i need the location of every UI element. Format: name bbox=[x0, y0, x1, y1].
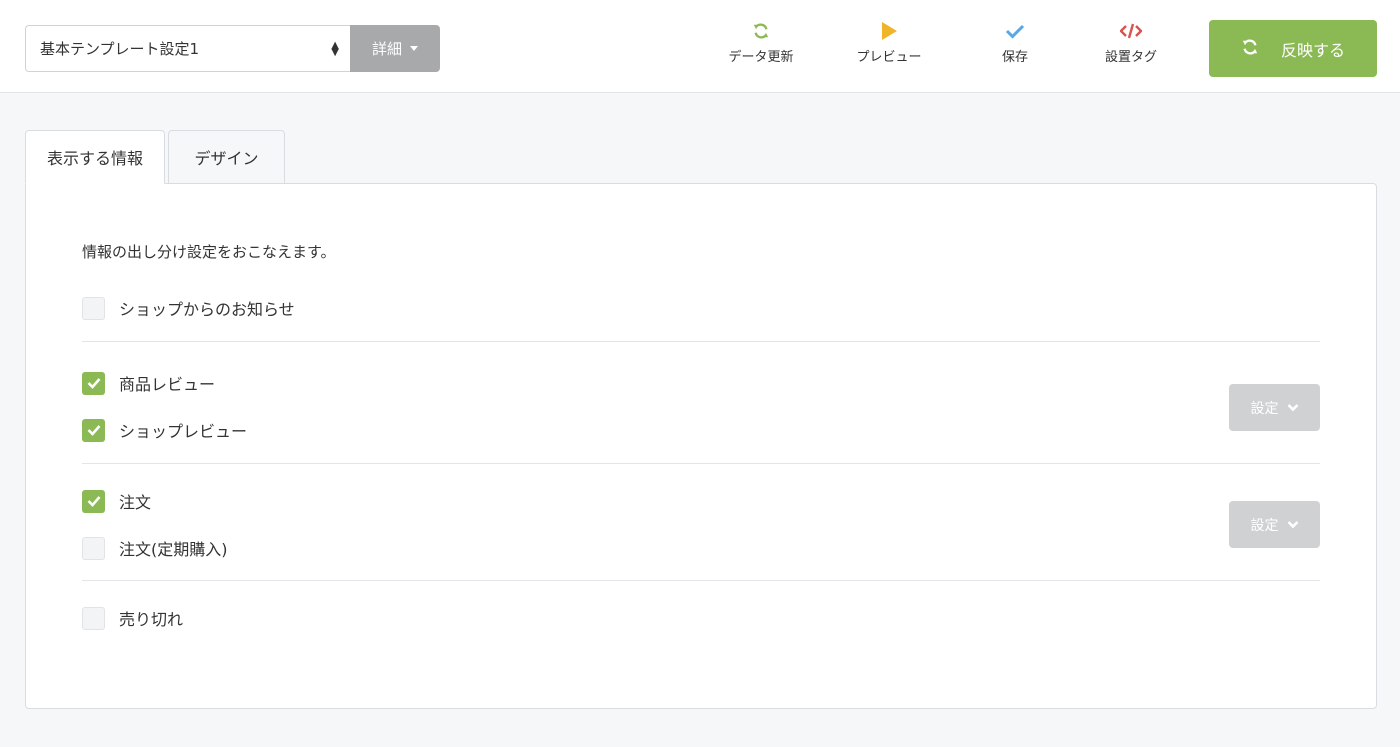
setting-label: 設定 bbox=[1250, 400, 1279, 417]
check-icon bbox=[1005, 20, 1025, 42]
order-setting-button[interactable]: 設定 bbox=[1229, 501, 1320, 548]
preview-label: プレビュー bbox=[856, 50, 922, 65]
template-select[interactable]: 基本テンプレート設定1 ▲ ▼ bbox=[25, 25, 351, 72]
publish-label: 反映する bbox=[1280, 40, 1345, 60]
data-refresh-label: データ更新 bbox=[728, 50, 794, 65]
review-setting-button[interactable]: 設定 bbox=[1229, 384, 1320, 431]
refresh-icon bbox=[752, 20, 770, 42]
chevron-down-icon bbox=[1287, 404, 1298, 412]
save-label: 保存 bbox=[1001, 50, 1028, 65]
embed-tag-button[interactable]: 設置タグ bbox=[1081, 20, 1181, 72]
data-refresh-button[interactable]: データ更新 bbox=[711, 20, 811, 72]
publish-button[interactable]: 反映する bbox=[1209, 20, 1377, 77]
check-icon bbox=[87, 378, 100, 389]
option-order-subscription[interactable]: 注文(定期購入) bbox=[82, 536, 228, 560]
option-label: ショップからのお知らせ bbox=[119, 300, 295, 319]
option-product-review[interactable]: 商品レビュー bbox=[82, 371, 215, 395]
play-icon bbox=[881, 20, 897, 42]
checkbox-checked[interactable] bbox=[82, 489, 105, 513]
check-icon bbox=[87, 425, 100, 436]
option-label: 注文(定期購入) bbox=[119, 540, 228, 559]
checkbox[interactable] bbox=[82, 296, 105, 320]
tab-display-info-label: 表示する情報 bbox=[46, 149, 143, 168]
setting-label: 設定 bbox=[1250, 517, 1279, 534]
divider bbox=[82, 341, 1320, 342]
checkbox[interactable] bbox=[82, 536, 105, 560]
option-label: 売り切れ bbox=[119, 610, 184, 629]
save-button[interactable]: 保存 bbox=[965, 20, 1065, 72]
checkbox[interactable] bbox=[82, 606, 105, 630]
preview-button[interactable]: プレビュー bbox=[839, 20, 939, 72]
option-label: ショップレビュー bbox=[119, 422, 248, 441]
option-label: 注文 bbox=[119, 493, 152, 512]
embed-tag-label: 設置タグ bbox=[1104, 50, 1157, 65]
template-select-value: 基本テンプレート設定1 bbox=[40, 40, 200, 58]
checkbox-checked[interactable] bbox=[82, 418, 105, 442]
caret-down-icon bbox=[410, 46, 418, 51]
detail-dropdown-button[interactable]: 詳細 bbox=[350, 25, 440, 72]
select-arrows-icon: ▲ ▼ bbox=[331, 39, 339, 58]
tab-display-info[interactable]: 表示する情報 bbox=[25, 130, 165, 184]
code-icon bbox=[1120, 20, 1142, 42]
option-sold-out[interactable]: 売り切れ bbox=[82, 606, 183, 630]
tab-design[interactable]: デザイン bbox=[168, 130, 285, 184]
detail-label: 詳細 bbox=[371, 40, 402, 58]
checkbox-checked[interactable] bbox=[82, 371, 105, 395]
divider bbox=[82, 580, 1320, 581]
top-toolbar: 基本テンプレート設定1 ▲ ▼ 詳細 データ更新 プレビュー 保存 設置タグ 反… bbox=[0, 0, 1400, 93]
option-shop-notices[interactable]: ショップからのお知らせ bbox=[82, 296, 295, 320]
refresh-icon bbox=[1241, 38, 1259, 60]
option-shop-review[interactable]: ショップレビュー bbox=[82, 418, 247, 442]
divider bbox=[82, 463, 1320, 464]
tab-design-label: デザイン bbox=[194, 149, 259, 168]
panel-description: 情報の出し分け設定をおこなえます。 bbox=[82, 243, 336, 261]
chevron-down-icon bbox=[1287, 521, 1298, 529]
option-order[interactable]: 注文 bbox=[82, 489, 151, 513]
check-icon bbox=[87, 496, 100, 507]
option-label: 商品レビュー bbox=[119, 375, 216, 394]
